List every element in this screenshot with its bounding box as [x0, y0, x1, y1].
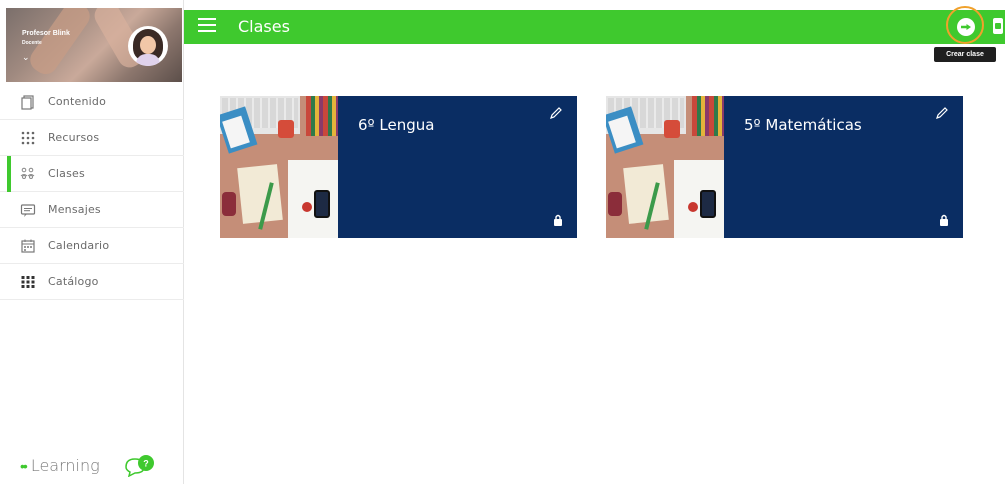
- class-card[interactable]: 5º Matemáticas: [606, 96, 963, 238]
- top-bar: Clases: [184, 10, 1005, 44]
- svg-text:?: ?: [143, 459, 149, 469]
- class-card[interactable]: 6º Lengua: [220, 96, 577, 238]
- profile-name: Profesor Blink: [22, 30, 70, 37]
- desk-phone: [700, 190, 716, 218]
- page-title: Clases: [238, 17, 290, 36]
- document-icon: [21, 95, 34, 110]
- sidebar-item-mensajes[interactable]: Mensajes: [0, 192, 184, 228]
- pencil-edit-icon[interactable]: [935, 106, 949, 120]
- desk-pens: [692, 96, 724, 136]
- sidebar-item-contenido[interactable]: Contenido: [0, 84, 184, 120]
- desk-apple: [302, 202, 312, 212]
- profile-banner[interactable]: Profesor Blink Docente ⌄: [6, 8, 182, 82]
- sidebar: Profesor Blink Docente ⌄ Contenido Recur…: [0, 0, 184, 484]
- sidebar-item-clases[interactable]: Clases: [0, 156, 184, 192]
- class-name: 6º Lengua: [358, 116, 435, 134]
- pencil-edit-icon[interactable]: [549, 106, 563, 120]
- clipboard-icon[interactable]: [993, 18, 1003, 34]
- avatar-body: [136, 54, 160, 66]
- profile-role: Docente: [22, 40, 42, 46]
- grid-squares-icon: [21, 276, 35, 288]
- profile-chevron-down-icon[interactable]: ⌄: [22, 52, 30, 63]
- grid-dots-icon: [21, 131, 35, 145]
- sidebar-item-label: Catálogo: [48, 275, 99, 288]
- class-card-image: [606, 96, 724, 238]
- sidebar-item-calendario[interactable]: Calendario: [0, 228, 184, 264]
- sidebar-item-label: Clases: [48, 167, 85, 180]
- message-icon: [20, 204, 36, 217]
- lock-icon: [554, 214, 562, 226]
- desk-paper: [674, 160, 724, 238]
- sidebar-item-label: Recursos: [48, 131, 100, 144]
- avatar[interactable]: [128, 26, 168, 66]
- class-name: 5º Matemáticas: [744, 116, 862, 134]
- chat-help-icon[interactable]: ?: [124, 453, 156, 477]
- sidebar-item-recursos[interactable]: Recursos: [0, 120, 184, 156]
- desk-notebook: [237, 164, 283, 224]
- desk-bottle: [608, 192, 622, 216]
- avatar-face: [140, 36, 156, 54]
- desk-mug: [278, 120, 294, 138]
- sidebar-item-label: Calendario: [48, 239, 110, 252]
- hamburger-menu-icon[interactable]: [198, 18, 216, 34]
- calendar-icon: [21, 239, 35, 253]
- class-card-image: [220, 96, 338, 238]
- desk-bottle: [222, 192, 236, 216]
- add-class-button[interactable]: [957, 18, 975, 36]
- brand-logo: •• Learning: [20, 456, 100, 475]
- desk-apple: [688, 202, 698, 212]
- sidebar-item-label: Contenido: [48, 95, 107, 108]
- sidebar-menu: Contenido Recursos Clases Mensajes Calen…: [0, 84, 184, 300]
- people-icon: [20, 167, 35, 179]
- desk-paper: [288, 160, 338, 238]
- desk-pens: [306, 96, 338, 136]
- desk-mug: [664, 120, 680, 138]
- tooltip: Crear clase: [934, 47, 996, 62]
- sidebar-item-catalogo[interactable]: Catálogo: [0, 264, 184, 300]
- desk-notebook: [623, 164, 669, 224]
- brand-text: Learning: [30, 456, 100, 475]
- lock-icon: [940, 214, 948, 226]
- brand-dots: ••: [20, 457, 28, 474]
- desk-phone: [314, 190, 330, 218]
- sidebar-item-label: Mensajes: [48, 203, 101, 216]
